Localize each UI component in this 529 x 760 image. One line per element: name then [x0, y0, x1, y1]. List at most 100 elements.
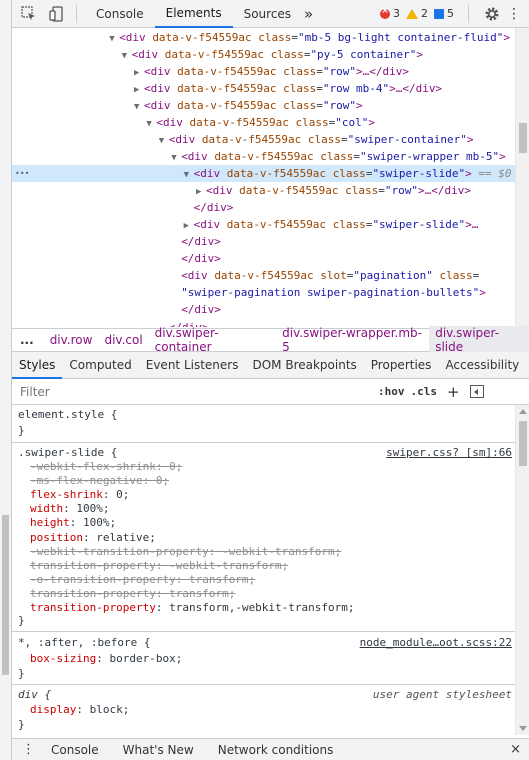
- issue-counters[interactable]: 3 2 5: [380, 6, 460, 20]
- dom-node-line[interactable]: <div data-v-f54559ac slot = "pagination" c…: [12, 267, 515, 284]
- css-property[interactable]: transition-property: transform;: [30, 587, 235, 601]
- css-property[interactable]: -o-transition-property: transform;: [30, 573, 255, 587]
- dom-node-line[interactable]: ▼ <div data-v-f54559ac class="swiper-wrap…: [12, 148, 515, 165]
- toggle-sidebar-icon[interactable]: [469, 385, 484, 398]
- dom-node-line[interactable]: ▼ <div data-v-f54559ac class="col">: [12, 114, 515, 131]
- tag-close: >: [355, 99, 363, 113]
- css-property[interactable]: width: 100%;: [30, 502, 110, 516]
- breadcrumb-item[interactable]: div.swiper-wrapper.mb-5: [276, 326, 429, 354]
- drawer-tab-whats-new[interactable]: What's New: [111, 743, 206, 757]
- hover-state-toggle[interactable]: :hov: [378, 385, 405, 398]
- dom-node-line[interactable]: ▼ <div data-v-f54559ac class="row">: [12, 97, 515, 114]
- css-colon: :: [175, 572, 189, 586]
- css-property[interactable]: box-sizing: border-box;: [30, 652, 182, 666]
- class-toggle[interactable]: .cls: [411, 385, 438, 398]
- breadcrumb-item[interactable]: div.swiper-container: [149, 326, 276, 354]
- attr-value: "py-5 container": [310, 48, 417, 62]
- tab-sources[interactable]: Sources: [233, 0, 302, 28]
- css-property-value: block: [89, 703, 123, 716]
- toolbar-separator: [76, 4, 77, 23]
- dom-scrollbar-thumb[interactable]: [519, 123, 527, 153]
- breadcrumb-overflow[interactable]: ...: [12, 333, 44, 347]
- settings-gear-icon[interactable]: [483, 5, 501, 23]
- breadcrumb-item[interactable]: div.row: [44, 333, 99, 347]
- styles-filter-input[interactable]: [12, 384, 372, 399]
- css-property-name: width: [30, 502, 64, 516]
- attr-space: [433, 269, 440, 282]
- drawer-tab-network-conditions[interactable]: Network conditions: [206, 743, 346, 757]
- attr-name: class: [345, 184, 379, 198]
- tab-accessibility[interactable]: Accessibility: [438, 352, 526, 379]
- attr-equals: =: [316, 82, 323, 96]
- attr-value: "swiper-container": [347, 133, 467, 147]
- attr-value: "mb-5 bg-light container-fluid": [298, 31, 504, 44]
- dom-node-line[interactable]: "swiper-pagination swiper-pagination-bul…: [12, 284, 515, 301]
- attr-name: data-v-f54559ac: [226, 167, 327, 181]
- styles-scrollbar[interactable]: [515, 405, 529, 735]
- dom-node-line[interactable]: </div>: [12, 233, 515, 250]
- tab-elements[interactable]: Elements: [154, 0, 233, 28]
- scroll-up-icon[interactable]: [519, 409, 527, 414]
- styles-scrollbar-thumb[interactable]: [519, 421, 527, 466]
- swiper-slide-selector[interactable]: .swiper-slide {: [18, 446, 117, 460]
- breadcrumb-item-current[interactable]: div.swiper-slide: [429, 326, 529, 354]
- warning-icon: [406, 8, 418, 19]
- dom-node-line[interactable]: </div>: [12, 301, 515, 318]
- customize-menu-icon[interactable]: ⋮: [507, 7, 521, 21]
- div-selector[interactable]: div {: [18, 688, 51, 702]
- dom-node-line[interactable]: ▼ <div data-v-f54559ac class="py-5 contai…: [12, 46, 515, 63]
- device-toolbar-icon[interactable]: [46, 3, 68, 25]
- dom-node-line[interactable]: ▶ <div data-v-f54559ac class="row">…</div…: [12, 63, 515, 80]
- inspect-element-icon[interactable]: [18, 3, 40, 25]
- dom-node-line[interactable]: ▶ <div data-v-f54559ac class="swiper-slid…: [12, 216, 515, 233]
- css-property[interactable]: -webkit-flex-shrink: 0;: [30, 460, 182, 474]
- scroll-down-icon[interactable]: [519, 726, 527, 731]
- css-property[interactable]: flex-shrink: 0;: [30, 488, 129, 502]
- drawer-tab-console[interactable]: Console: [39, 743, 111, 757]
- tag-close: >: [416, 48, 424, 62]
- universal-selector[interactable]: *, :after, :before {: [18, 636, 150, 650]
- css-property[interactable]: height: 100%;: [30, 516, 116, 530]
- css-property-value: transform: [188, 572, 249, 586]
- tab-styles[interactable]: Styles: [12, 352, 63, 379]
- css-property[interactable]: display: block;: [30, 703, 129, 717]
- dom-node-line[interactable]: ▶ <div data-v-f54559ac class="row">…</div…: [12, 182, 515, 199]
- tab-properties[interactable]: Properties: [364, 352, 439, 379]
- drawer-menu-icon[interactable]: ⋮: [22, 742, 35, 757]
- dom-tree-scrollbar[interactable]: [515, 28, 529, 327]
- more-tabs-icon[interactable]: »: [304, 5, 313, 23]
- dom-node-line[interactable]: ▼ <div data-v-f54559ac class="swiper-cont…: [12, 131, 515, 148]
- css-property[interactable]: transition-property: transform,-webkit-t…: [30, 601, 355, 615]
- tag-close: >…</div>: [389, 82, 443, 96]
- css-semicolon: ;: [175, 652, 183, 665]
- css-property-value: relative: [96, 530, 150, 544]
- new-style-rule-icon[interactable]: +: [447, 383, 460, 401]
- css-colon: :: [208, 544, 223, 558]
- swiper-css-source-link[interactable]: swiper.css? [sm]:66: [386, 446, 512, 459]
- styles-filter-bar: :hov .cls +: [12, 379, 529, 405]
- bootstrap-scss-source-link[interactable]: node_module…oot.scss:22: [360, 636, 512, 649]
- close-drawer-icon[interactable]: ×: [510, 742, 521, 757]
- dom-node-line[interactable]: ▼ <div data-v-f54559ac class="swiper-slid…: [12, 165, 515, 183]
- dom-node-line[interactable]: ▼ <div data-v-f54559ac class="mb-5 bg-lig…: [12, 29, 515, 46]
- dom-node-line[interactable]: ▶ <div data-v-f54559ac class="row mb-4">……: [12, 80, 515, 97]
- node-actions-icon[interactable]: •••: [15, 165, 29, 182]
- element-style-selector[interactable]: element.style {: [18, 408, 117, 422]
- toolbar-separator: [468, 4, 469, 23]
- tag-open: <div: [181, 269, 215, 283]
- css-property[interactable]: transition-property: -webkit-transform;: [30, 559, 288, 573]
- error-icon: [380, 6, 390, 19]
- tab-computed[interactable]: Computed: [62, 352, 138, 379]
- css-semicolon: ;: [102, 502, 110, 516]
- css-property[interactable]: -ms-flex-negative: 0;: [30, 474, 169, 488]
- tab-dom-breakpoints[interactable]: DOM Breakpoints: [245, 352, 363, 379]
- css-property[interactable]: -webkit-transition-property: -webkit-tra…: [30, 545, 341, 559]
- css-property-value: -webkit-transform: [222, 544, 335, 558]
- breadcrumb-item[interactable]: div.col: [98, 333, 148, 347]
- left-scrollbar-thumb[interactable]: [2, 515, 9, 675]
- dom-node-line[interactable]: </div>: [12, 199, 515, 216]
- css-property[interactable]: position: relative;: [30, 531, 156, 545]
- tab-event-listeners[interactable]: Event Listeners: [139, 352, 246, 379]
- tab-console[interactable]: Console: [85, 0, 155, 28]
- dom-node-line[interactable]: </div>: [12, 250, 515, 267]
